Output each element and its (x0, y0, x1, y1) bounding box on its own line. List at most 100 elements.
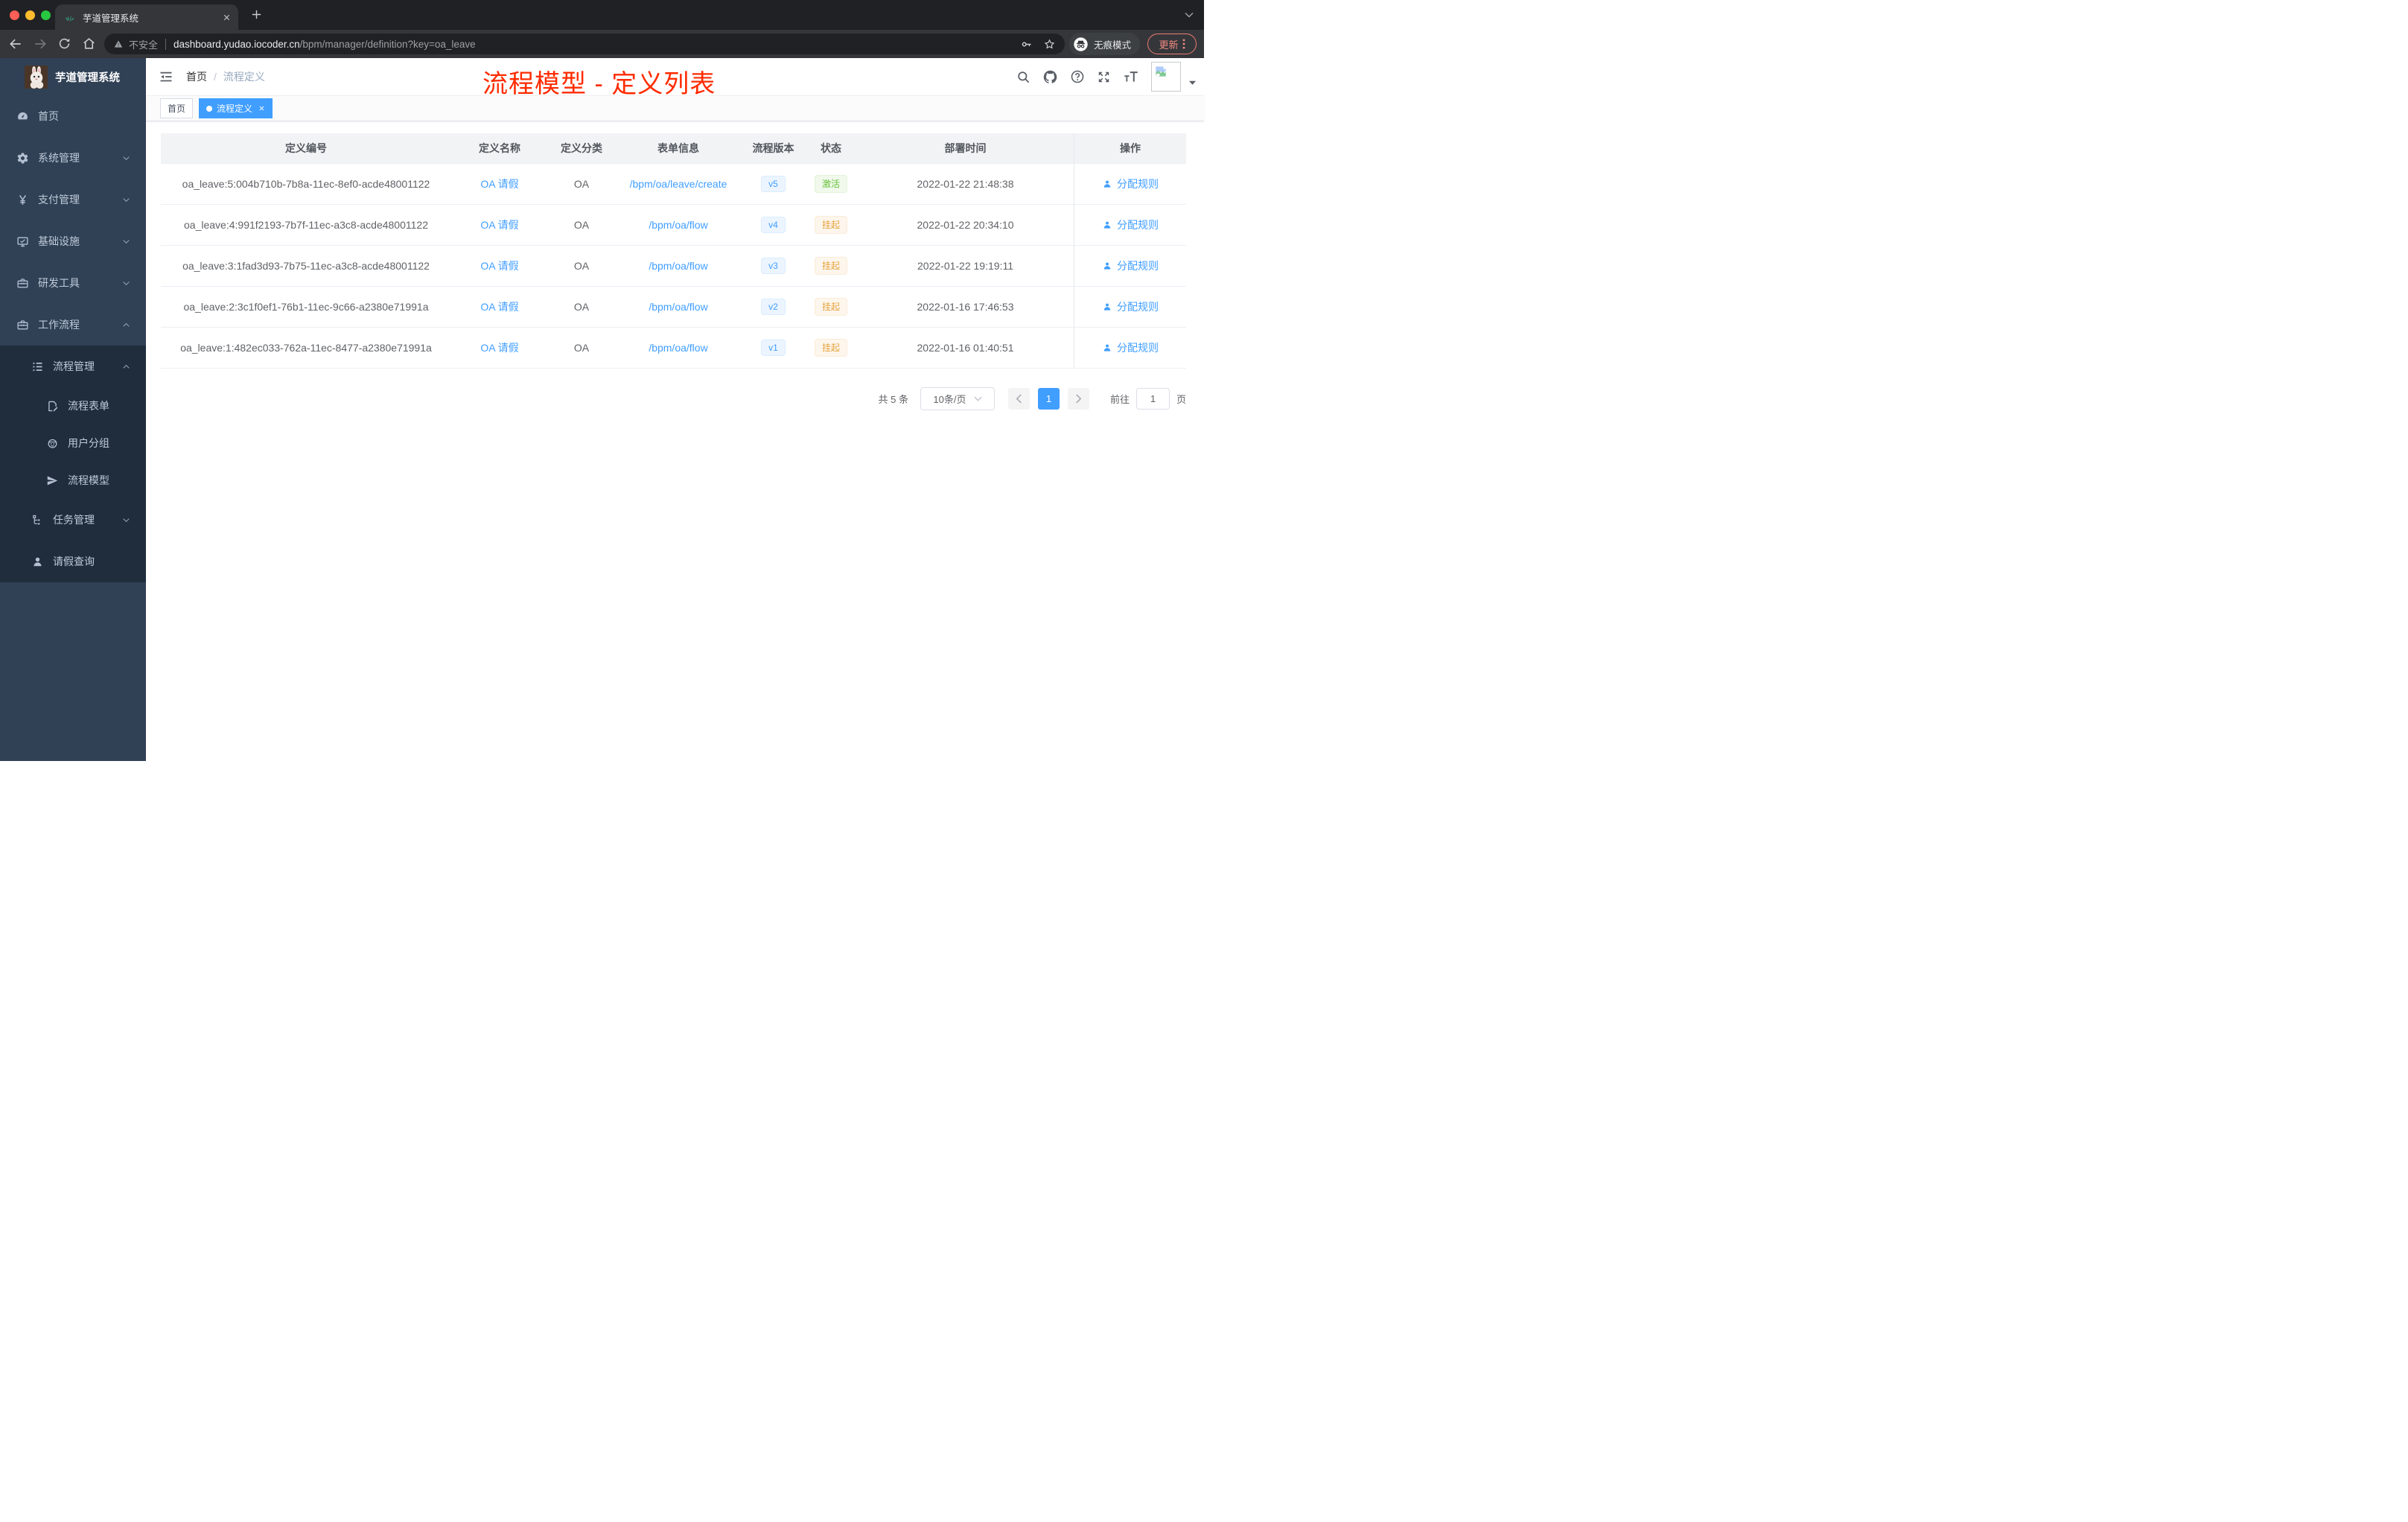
search-icon[interactable] (1016, 70, 1031, 84)
sidebar-item-payment-mgmt[interactable]: 支付管理 (0, 179, 146, 220)
definition-name-link[interactable]: OA 请假 (480, 217, 518, 232)
definition-name-link[interactable]: OA 请假 (480, 340, 518, 355)
cell-version: v5 (742, 164, 805, 204)
form-link[interactable]: /bpm/oa/flow (649, 219, 707, 231)
page-number-button[interactable]: 1 (1037, 388, 1060, 410)
status-badge: 挂起 (814, 339, 847, 357)
sidebar-item-infrastructure[interactable]: 基础设施 (0, 220, 146, 262)
menu-dots-icon[interactable] (1182, 39, 1185, 49)
user-avatar[interactable] (1151, 62, 1181, 92)
definition-name-link[interactable]: OA 请假 (480, 258, 518, 273)
sidebar-item-label: 任务管理 (53, 514, 95, 526)
cell-actions: 分配规则 (1074, 328, 1186, 368)
url-path[interactable]: /bpm/manager/definition?key=oa_leave (300, 39, 476, 50)
update-button[interactable]: 更新 (1147, 34, 1197, 54)
cell-actions: 分配规则 (1074, 287, 1186, 327)
browser-tab-strip: 芋道管理系统 (0, 0, 1204, 30)
chevron-down-icon (121, 153, 131, 163)
column-header: 操作 (1074, 133, 1186, 163)
browser-toolbar: 不安全 dashboard.yudao.iocoder.cn/bpm/manag… (0, 30, 1204, 58)
reload-icon[interactable] (57, 36, 71, 51)
close-window-button[interactable] (10, 10, 19, 20)
definition-name-link[interactable]: OA 请假 (480, 299, 518, 314)
home-icon[interactable] (82, 36, 96, 51)
sidebar: 芋道管理系统 首页 系统管理 支付管理 基础设施 研发工具 工作流程 流程管理 流程表单 用户… (0, 58, 146, 761)
table-row: oa_leave:5:004b710b-7b8a-11ec-8ef0-acde4… (161, 164, 1186, 205)
cell-category: OA (573, 342, 590, 354)
key-icon[interactable] (1020, 38, 1033, 51)
address-bar[interactable]: 不安全 dashboard.yudao.iocoder.cn/bpm/manag… (104, 34, 1065, 54)
version-badge[interactable]: v2 (761, 299, 786, 315)
browser-tab[interactable]: 芋道管理系统 (55, 4, 238, 30)
github-icon[interactable] (1042, 69, 1058, 85)
version-badge[interactable]: v3 (761, 258, 786, 274)
prev-page-button[interactable] (1007, 388, 1030, 410)
forward-icon[interactable] (33, 36, 48, 51)
font-size-icon[interactable] (1123, 69, 1139, 84)
page-size-select[interactable]: 10条/页 (920, 387, 995, 410)
form-link[interactable]: /bpm/oa/leave/create (630, 178, 727, 190)
security-label[interactable]: 不安全 (129, 37, 158, 51)
new-tab-button[interactable] (250, 8, 263, 21)
sidebar-item-task-mgmt[interactable]: 任务管理 (0, 499, 146, 541)
cell-definition-name: OA 请假 (451, 328, 548, 368)
page-content: 定义编号 定义名称 定义分类 表单信息 流程版本 状态 部署时间 操作 oa_leave:5:… (146, 121, 1204, 410)
sidebar-item-dev-tools[interactable]: 研发工具 (0, 262, 146, 304)
assign-rule-link[interactable]: 分配规则 (1102, 176, 1159, 191)
version-badge[interactable]: v1 (761, 340, 786, 356)
minimize-window-button[interactable] (25, 10, 35, 20)
column-header: 表单信息 (657, 142, 699, 154)
column-header: 定义编号 (285, 142, 327, 154)
goto-label: 前往 (1109, 394, 1130, 405)
form-link[interactable]: /bpm/oa/flow (649, 301, 707, 313)
person-icon (31, 555, 44, 568)
assign-rule-link[interactable]: 分配规则 (1102, 299, 1159, 314)
active-dot (206, 105, 213, 112)
sidebar-item-leave-query[interactable]: 请假查询 (0, 541, 146, 582)
assign-rule-link[interactable]: 分配规则 (1102, 340, 1159, 355)
tag-active[interactable]: 流程定义 (199, 98, 273, 118)
sidebar-item-home[interactable]: 首页 (0, 95, 146, 137)
incognito-icon (1073, 36, 1089, 52)
incognito-badge: 无痕模式 (1069, 33, 1141, 55)
cell-actions: 分配规则 (1074, 164, 1186, 204)
caret-down-icon[interactable] (1188, 80, 1197, 86)
definition-name-link[interactable]: OA 请假 (480, 176, 518, 191)
form-edit-icon (46, 400, 59, 413)
sidebar-item-process-mgmt[interactable]: 流程管理 (0, 346, 146, 387)
cell-definition-id: oa_leave:1:482ec033-762a-11ec-8477-a2380… (180, 342, 432, 354)
sidebar-item-user-group[interactable]: 用户分组 (0, 424, 146, 462)
sidebar-collapse-icon[interactable] (159, 69, 173, 84)
sidebar-item-workflow[interactable]: 工作流程 (0, 304, 146, 346)
task-tree-icon (31, 514, 44, 526)
sidebar-item-process-model[interactable]: 流程模型 (0, 462, 146, 499)
assign-rule-link[interactable]: 分配规则 (1102, 258, 1159, 273)
breadcrumb-home[interactable]: 首页 (186, 69, 207, 84)
tag-close-icon[interactable] (258, 105, 265, 112)
breadcrumb-separator: / (214, 71, 217, 83)
bookmark-star-icon[interactable] (1043, 38, 1056, 51)
goto-page-input[interactable] (1135, 388, 1170, 410)
next-page-button[interactable] (1067, 388, 1089, 410)
version-badge[interactable]: v4 (761, 217, 786, 233)
sidebar-item-process-form[interactable]: 流程表单 (0, 387, 146, 424)
maximize-window-button[interactable] (41, 10, 51, 20)
sidebar-menu: 首页 系统管理 支付管理 基础设施 研发工具 工作流程 (0, 95, 146, 346)
form-link[interactable]: /bpm/oa/flow (649, 342, 707, 354)
cell-form-info: /bpm/oa/flow (615, 246, 742, 286)
column-header: 定义分类 (561, 142, 602, 154)
tag-item[interactable]: 首页 (160, 98, 194, 118)
tab-search-caret-icon[interactable] (1185, 12, 1194, 18)
tab-close-icon[interactable] (223, 13, 231, 22)
sidebar-item-system-mgmt[interactable]: 系统管理 (0, 137, 146, 179)
sidebar-logo[interactable]: 芋道管理系统 (0, 58, 146, 95)
cell-definition-id: oa_leave:4:991f2193-7b7f-11ec-a3c8-acde4… (184, 219, 428, 231)
fullscreen-icon[interactable] (1097, 70, 1111, 84)
version-badge[interactable]: v5 (761, 176, 786, 192)
back-icon[interactable] (8, 36, 23, 51)
chevron-down-icon (121, 195, 131, 205)
form-link[interactable]: /bpm/oa/flow (649, 260, 707, 272)
assign-rule-link[interactable]: 分配规则 (1102, 217, 1159, 232)
url-domain[interactable]: dashboard.yudao.iocoder.cn (173, 39, 300, 50)
help-icon[interactable] (1070, 69, 1085, 84)
